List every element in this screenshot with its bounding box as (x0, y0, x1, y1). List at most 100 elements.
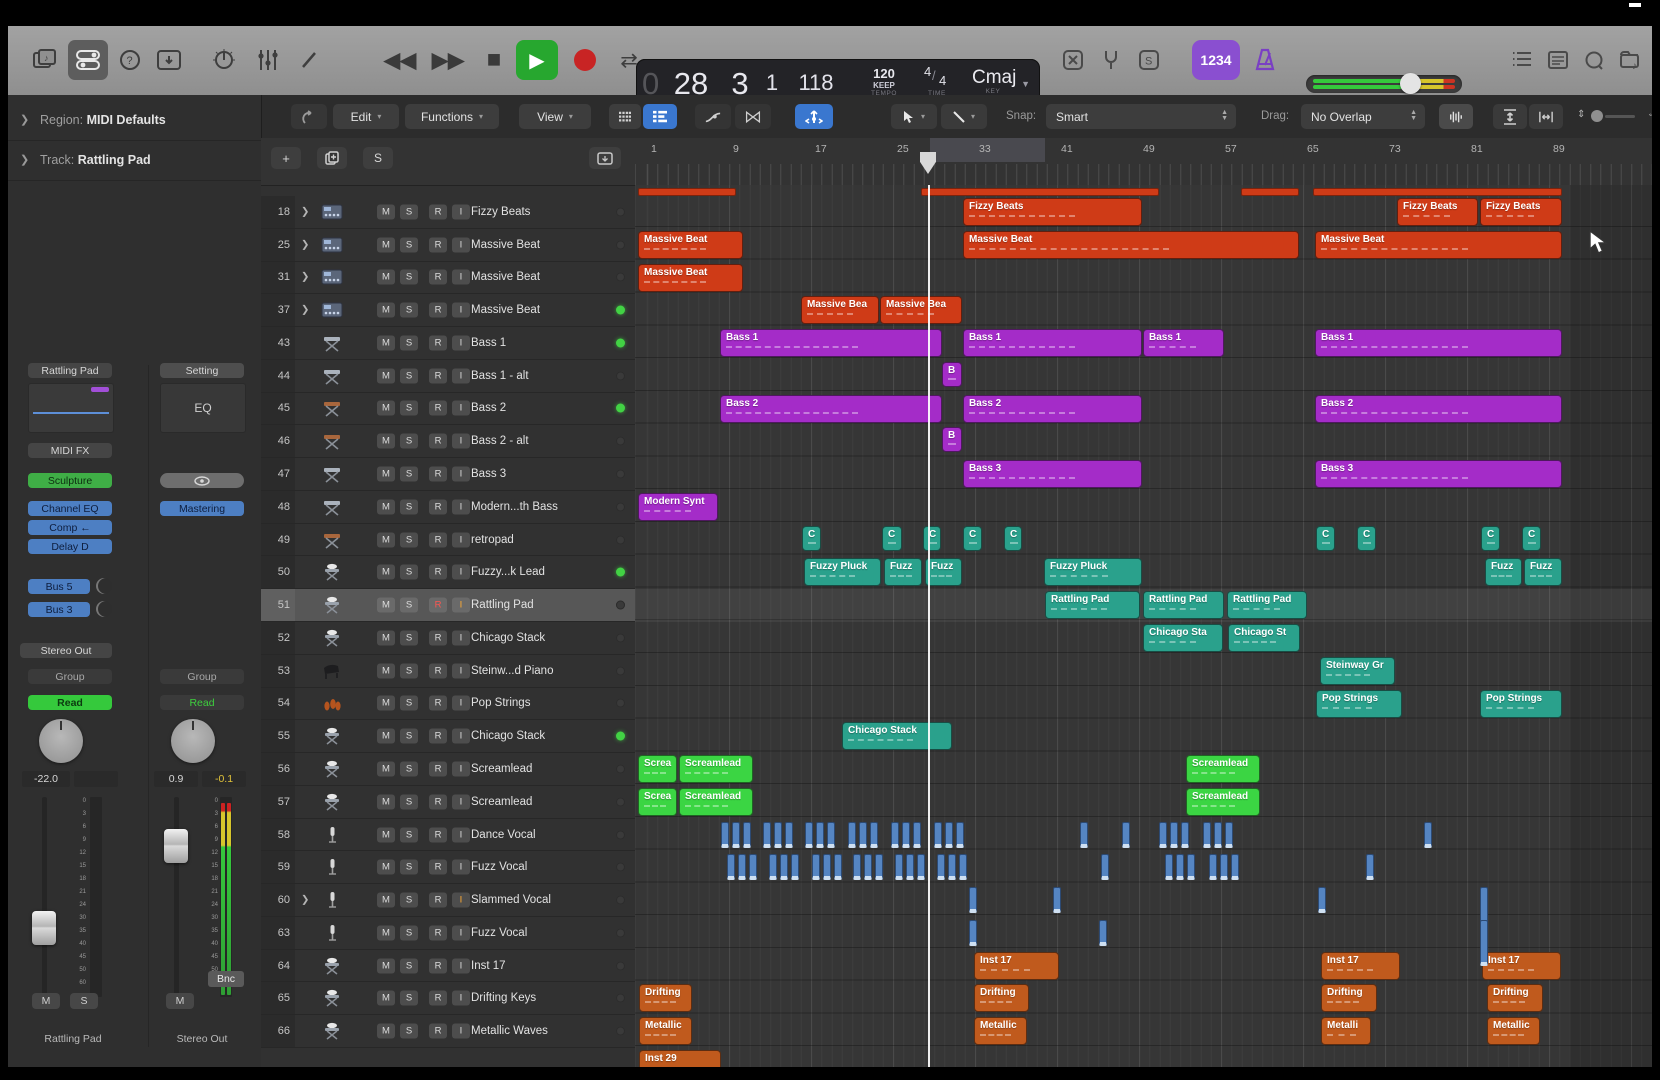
region-screa[interactable]: Screa (638, 755, 677, 783)
vocal-chop-region[interactable] (948, 854, 956, 880)
vocal-chop-region[interactable] (1176, 854, 1184, 880)
vocal-chop-region[interactable] (812, 854, 820, 880)
solo-button[interactable]: S (400, 827, 418, 842)
group-slot[interactable]: Group (28, 669, 112, 684)
record-enable-button[interactable]: R (429, 532, 447, 547)
region-screamlead[interactable]: Screamlead (1186, 755, 1260, 783)
strip-solo-button[interactable]: S (70, 993, 98, 1009)
send-knob-icon[interactable] (96, 601, 112, 617)
mute-button[interactable]: M (377, 991, 395, 1006)
mute-button[interactable]: M (377, 893, 395, 908)
region-c[interactable]: C (1316, 526, 1335, 551)
region-pop-strings[interactable]: Pop Strings (1480, 690, 1562, 718)
vocal-chop-region[interactable] (1159, 822, 1167, 848)
vocal-chop-region[interactable] (859, 822, 867, 848)
send-slot[interactable]: Bus 3 (28, 602, 90, 617)
track-row-54[interactable]: 54MSRIPop Strings (261, 688, 635, 721)
region-bass-2[interactable]: Bass 2 (720, 395, 942, 423)
solo-button[interactable]: S (400, 368, 418, 383)
input-monitor-button[interactable]: I (452, 303, 470, 318)
region-c[interactable]: C (1004, 526, 1022, 551)
vocal-chop-region[interactable] (1231, 854, 1239, 880)
disclosure-arrow-icon[interactable]: ❯ (301, 895, 309, 906)
vocal-chop-region[interactable] (763, 822, 771, 848)
input-monitor-button[interactable]: I (452, 237, 470, 252)
automation-icon[interactable] (695, 104, 731, 129)
vocal-chop-region[interactable] (785, 822, 793, 848)
region-bass-1[interactable]: Bass 1 (1315, 329, 1562, 357)
snap-select[interactable]: Smart ▲▼ (1046, 104, 1236, 129)
vocal-chop-region[interactable] (1122, 822, 1130, 848)
region-fuzzy-pluck[interactable]: Fuzzy Pluck (804, 558, 881, 586)
track-row-37[interactable]: 37❯MSRIMassive Beat (261, 294, 635, 327)
region-pop-strings[interactable]: Pop Strings (1316, 690, 1402, 718)
track-name[interactable]: Pop Strings (471, 697, 530, 709)
region-bass-3[interactable]: Bass 3 (1315, 460, 1562, 488)
track-name[interactable]: Bass 1 - alt (471, 370, 529, 382)
vocal-chop-region[interactable] (870, 822, 878, 848)
mute-button[interactable]: M (377, 696, 395, 711)
track-row-59[interactable]: 59MSRIFuzz Vocal (261, 851, 635, 884)
eq-thumbnail[interactable] (28, 383, 114, 433)
mute-button[interactable]: M (377, 237, 395, 252)
record-enable-button[interactable]: R (429, 401, 447, 416)
setting-button[interactable]: Setting (160, 363, 244, 378)
region-fuzzy-pluck[interactable]: Fuzzy Pluck (1044, 558, 1142, 586)
input-monitor-button[interactable]: I (452, 270, 470, 285)
input-monitor-button[interactable]: I (452, 434, 470, 449)
browsers-icon[interactable]: ♪ (1612, 40, 1650, 80)
vocal-chop-region[interactable] (959, 854, 967, 880)
vocal-chop-region[interactable] (1203, 822, 1211, 848)
region-inst-17[interactable]: Inst 17 (1321, 952, 1400, 980)
vocal-chop-region[interactable] (1101, 854, 1109, 880)
vocal-chop-region[interactable] (917, 854, 925, 880)
input-monitor-button[interactable]: I (452, 991, 470, 1006)
track-header-config-icon[interactable] (589, 147, 621, 169)
dial-icon[interactable] (204, 40, 244, 80)
lcd-chevron-down-icon[interactable]: ▼ (1021, 79, 1030, 89)
vocal-chop-region[interactable] (945, 822, 953, 848)
record-enable-button[interactable]: R (429, 434, 447, 449)
region-bass-3[interactable]: Bass 3 (963, 460, 1142, 488)
duplicate-track-button[interactable] (317, 147, 347, 169)
channel-name-button[interactable]: Rattling Pad (28, 363, 112, 378)
vocal-chop-region[interactable] (906, 854, 914, 880)
track-name[interactable]: Massive Beat (471, 239, 540, 251)
vocal-chop-region[interactable] (749, 854, 757, 880)
input-monitor-button[interactable]: I (452, 893, 470, 908)
region-c[interactable]: C (802, 526, 821, 551)
solo-button[interactable]: S (400, 303, 418, 318)
record-enable-button[interactable]: R (429, 1024, 447, 1039)
solo-mode-icon[interactable]: S (1132, 40, 1166, 80)
track-row-56[interactable]: 56MSRIScreamlead (261, 753, 635, 786)
region-drifting[interactable]: Drifting (639, 984, 692, 1012)
flex-icon[interactable] (735, 104, 771, 129)
disclosure-arrow-icon[interactable]: ❯ (301, 305, 309, 316)
track-name[interactable]: Fuzzy...k Lead (471, 566, 545, 578)
track-name[interactable]: Dance Vocal (471, 829, 536, 841)
record-enable-button[interactable]: R (429, 499, 447, 514)
track-row-44[interactable]: 44MSRIBass 1 - alt (261, 360, 635, 393)
region-fuzz[interactable]: Fuzz (884, 558, 922, 586)
send-slot[interactable]: Bus 5 (28, 579, 90, 594)
input-monitor-button[interactable]: I (452, 335, 470, 350)
region-drifting[interactable]: Drifting (1321, 984, 1377, 1012)
mute-button[interactable]: M (377, 663, 395, 678)
record-enable-button[interactable]: R (429, 335, 447, 350)
pointer-tool-menu[interactable]: ▾ (891, 104, 937, 129)
track-name[interactable]: Inst 17 (471, 960, 506, 972)
mute-button[interactable]: M (377, 368, 395, 383)
disclosure-arrow-icon[interactable]: ❯ (301, 239, 309, 250)
inspector-toggle-icon[interactable] (150, 40, 188, 80)
region-screamlead[interactable]: Screamlead (679, 755, 753, 783)
record-enable-button[interactable]: R (429, 991, 447, 1006)
send-knob-icon[interactable] (96, 578, 112, 594)
region-fuzz[interactable]: Fuzz (925, 558, 962, 586)
track-row-46[interactable]: 46MSRIBass 2 - alt (261, 425, 635, 458)
record-enable-button[interactable]: R (429, 958, 447, 973)
track-solo-button[interactable]: S (363, 147, 393, 169)
solo-button[interactable]: S (400, 270, 418, 285)
view-menu[interactable]: View▾ (519, 104, 591, 129)
solo-button[interactable]: S (400, 335, 418, 350)
mute-button[interactable]: M (377, 598, 395, 613)
